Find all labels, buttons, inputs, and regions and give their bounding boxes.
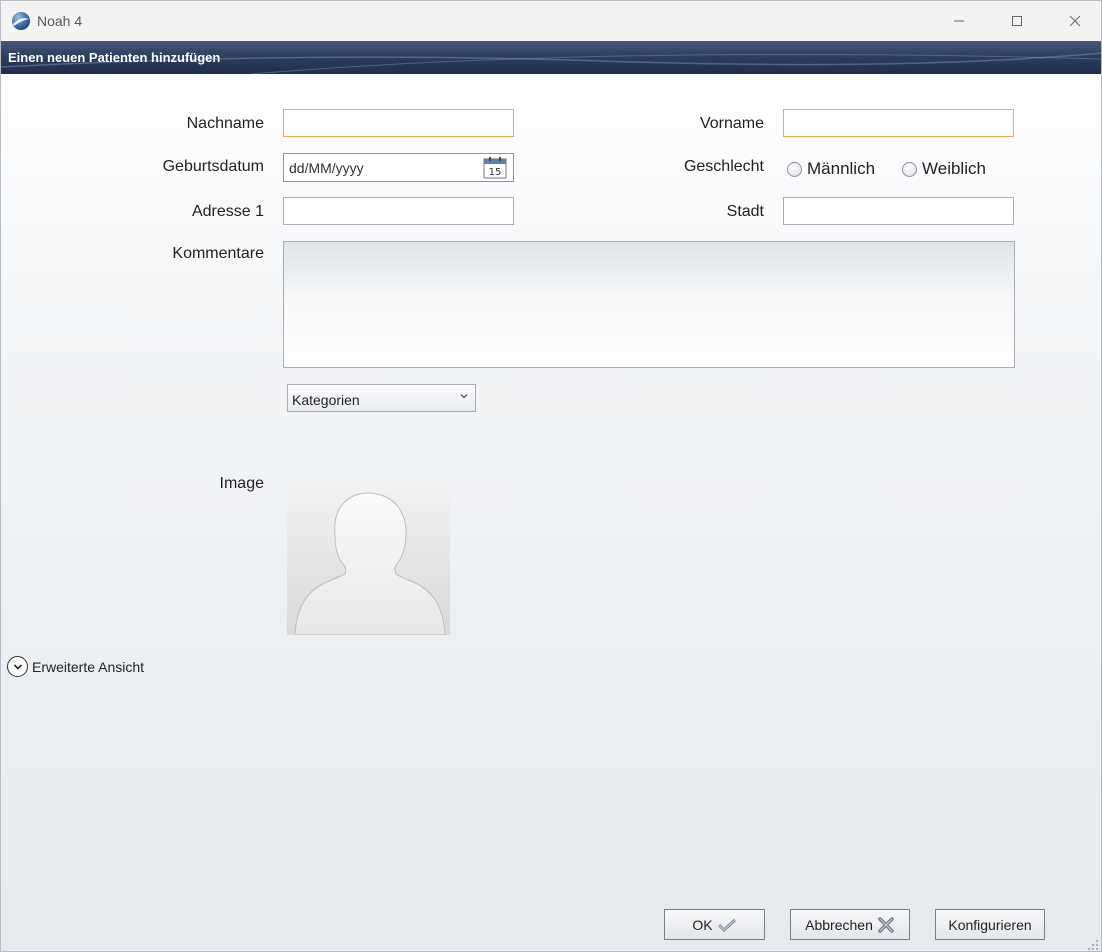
gender-female-radio[interactable]: Weiblich xyxy=(902,159,986,179)
cross-icon xyxy=(878,916,894,933)
gender-male-label: Männlich xyxy=(807,159,876,178)
expanded-view-toggle[interactable]: Erweiterte Ansicht xyxy=(7,656,144,677)
ok-button[interactable]: OK xyxy=(664,909,765,940)
lastname-input[interactable] xyxy=(283,109,514,137)
lastname-label: Nachname xyxy=(186,115,264,132)
address-input[interactable] xyxy=(283,197,514,225)
gender-male-radio[interactable]: Männlich xyxy=(787,159,875,179)
birthdate-placeholder: dd/MM/yyyy xyxy=(289,160,364,176)
categories-dropdown[interactable]: Kategorien xyxy=(287,384,476,412)
maximize-icon xyxy=(1012,16,1022,26)
checkmark-icon xyxy=(717,918,736,932)
comments-label: Kommentare xyxy=(172,245,264,262)
close-button[interactable] xyxy=(1046,1,1101,41)
close-icon xyxy=(1069,15,1081,27)
title-bar: Noah 4 xyxy=(1,1,1101,41)
firstname-input[interactable] xyxy=(783,109,1014,137)
gender-female-label: Weiblich xyxy=(922,159,986,178)
patient-dialog-window: Noah 4 Einen neuen Patienten hinzufügen … xyxy=(0,0,1102,952)
image-label: Image xyxy=(219,475,264,492)
calendar-icon[interactable]: 15 xyxy=(483,157,507,179)
resize-grip-icon[interactable] xyxy=(1087,939,1099,951)
birthdate-picker[interactable]: dd/MM/yyyy 15 xyxy=(283,153,514,182)
patient-photo[interactable] xyxy=(287,474,450,635)
gender-label: Geschlecht xyxy=(683,158,764,175)
dialog-title: Einen neuen Patienten hinzufügen xyxy=(8,50,221,65)
minimize-button[interactable] xyxy=(930,1,988,41)
city-input[interactable] xyxy=(783,197,1014,225)
categories-label: Kategorien xyxy=(292,392,360,408)
expanded-view-label: Erweiterte Ansicht xyxy=(32,658,145,675)
cancel-button-label: Abbrechen xyxy=(805,916,873,933)
address-label: Adresse 1 xyxy=(191,203,264,220)
form-area: Nachname Vorname Geburtsdatum dd/MM/yyyy… xyxy=(1,74,1101,951)
ok-button-label: OK xyxy=(692,916,713,933)
birthdate-label: Geburtsdatum xyxy=(162,158,264,175)
calendar-day-text: 15 xyxy=(489,167,502,178)
maximize-button[interactable] xyxy=(988,1,1046,41)
configure-button-label: Konfigurieren xyxy=(948,916,1032,933)
window-title: Noah 4 xyxy=(37,13,83,29)
noah-logo-icon xyxy=(12,12,30,30)
minimize-icon xyxy=(954,20,964,22)
cancel-button[interactable]: Abbrechen xyxy=(790,909,910,940)
dialog-header: Einen neuen Patienten hinzufügen xyxy=(1,41,1101,74)
city-label: Stadt xyxy=(726,203,764,220)
comments-textarea[interactable] xyxy=(283,241,1015,368)
configure-button[interactable]: Konfigurieren xyxy=(935,909,1045,940)
chevron-down-icon xyxy=(460,394,468,399)
firstname-label: Vorname xyxy=(699,115,764,132)
person-silhouette-icon xyxy=(294,492,446,635)
radio-button-icon xyxy=(902,161,917,177)
radio-button-icon xyxy=(787,161,802,177)
chevron-down-circle-icon xyxy=(7,656,28,677)
